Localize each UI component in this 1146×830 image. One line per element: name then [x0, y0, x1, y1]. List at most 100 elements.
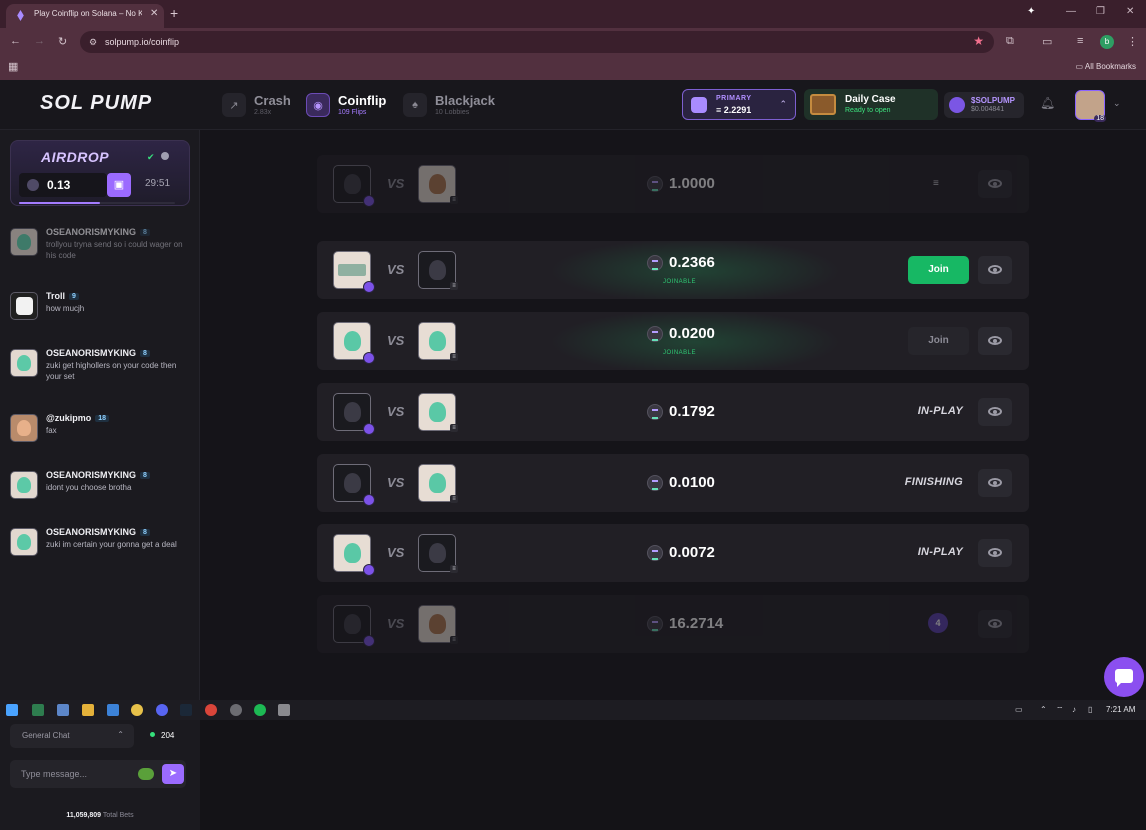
chat-username[interactable]: OSEANORISMYKING 8	[46, 348, 150, 358]
chat-username-text: Troll	[46, 291, 66, 301]
emoji-icon[interactable]	[138, 768, 154, 780]
airdrop-progress-bar	[19, 202, 175, 204]
taskbar-app-icon[interactable]	[32, 704, 44, 716]
address-bar[interactable]: ⚙ solpump.io/coinflip ★	[80, 31, 994, 53]
sparkle-icon[interactable]: ✦	[1027, 6, 1035, 17]
user-avatar[interactable]: 18	[1075, 90, 1106, 122]
tab-search-icon[interactable]: ▭	[1042, 35, 1052, 48]
lobby-row[interactable]: VS ≡ 0.0100 FINISHING	[317, 454, 1029, 512]
network-icon[interactable]: ⌔	[1056, 705, 1064, 715]
join-button[interactable]: Join	[908, 256, 969, 284]
windows-start-icon[interactable]	[6, 704, 18, 716]
chat-avatar[interactable]	[10, 228, 38, 256]
chevron-up-icon: ⌃	[117, 730, 124, 739]
lobby-row[interactable]: VS ≡ 1.0000 ≡	[317, 155, 1029, 213]
chrome-profile-icon[interactable]	[205, 704, 217, 716]
lobby-row[interactable]: VS ≡ 0.0072 IN-PLAY	[317, 524, 1029, 582]
user-level-badge: 18	[1094, 115, 1106, 122]
browser-tab[interactable]: Play Coinflip on Solana – No K ✕	[6, 4, 164, 28]
wallet-balance-button[interactable]: PRIMARY ≡ 2.2291 ⌃	[682, 89, 796, 120]
token-price-widget[interactable]: $SOLPUMP $0.004841	[944, 92, 1024, 118]
level-square-icon: ≡	[450, 196, 458, 204]
taskbar-app-icon[interactable]	[57, 704, 69, 716]
chevron-up-icon[interactable]: ⌃	[1040, 705, 1047, 714]
close-window-icon[interactable]: ✕	[1126, 6, 1134, 17]
info-icon[interactable]	[161, 152, 169, 160]
eye-icon[interactable]	[978, 398, 1012, 426]
bet-amount: 0.0200	[669, 325, 715, 342]
close-tab-icon[interactable]: ✕	[150, 8, 158, 19]
steam-icon[interactable]	[180, 704, 192, 716]
back-icon[interactable]: ←	[10, 35, 21, 47]
chat-avatar[interactable]	[10, 471, 38, 499]
chevron-down-icon[interactable]: ⌄	[1113, 98, 1121, 109]
chat-username[interactable]: OSEANORISMYKING 8	[46, 470, 150, 480]
avatar-face	[344, 614, 361, 634]
avatar-face	[344, 174, 361, 194]
chat-avatar[interactable]	[10, 414, 38, 442]
battery-icon[interactable]: ▯	[1088, 705, 1092, 714]
restore-icon[interactable]: ❐	[1096, 6, 1105, 17]
spotify-icon[interactable]	[254, 704, 266, 716]
taskbar-app-icon[interactable]	[107, 704, 119, 716]
bell-icon[interactable]: 🔔︎	[1040, 96, 1055, 110]
chat-message-input[interactable]	[10, 760, 186, 788]
taskbar-app-icon[interactable]	[230, 704, 242, 716]
sol-coin-icon	[647, 255, 663, 271]
lobby-row[interactable]: VS ≡ 16.2714 4	[317, 595, 1029, 653]
game-name: Blackjack	[435, 93, 495, 108]
chat-avatar[interactable]	[10, 292, 38, 320]
daily-case-button[interactable]: Daily Case Ready to open	[804, 89, 938, 120]
site-info-icon[interactable]: ⚙	[89, 37, 97, 48]
eye-icon[interactable]	[978, 539, 1012, 567]
media-icon[interactable]: ≡	[1077, 35, 1083, 47]
game-name: Crash	[254, 93, 291, 108]
profile-avatar[interactable]: b	[1100, 35, 1114, 49]
eye-icon[interactable]	[978, 327, 1012, 355]
chat-footer: General Chat ⌃ 204 ➤ 11,059,809 Total Be…	[0, 710, 200, 830]
forward-icon[interactable]: →	[34, 35, 45, 47]
chrome-icon[interactable]	[131, 704, 143, 716]
apps-grid-icon[interactable]: ▦	[8, 60, 18, 73]
support-chat-button[interactable]	[1104, 657, 1144, 697]
chat-username[interactable]: Troll 9	[46, 291, 79, 301]
chat-username[interactable]: @zukipmo 18	[46, 413, 110, 423]
chat-channel-select[interactable]: General Chat ⌃	[10, 724, 134, 748]
menu-kebab-icon[interactable]: ⋮	[1127, 35, 1138, 48]
tray-icon[interactable]: ▭	[1015, 705, 1023, 714]
solana-side-badge-icon	[363, 494, 375, 506]
solpump-logo[interactable]: SOL PUMP	[40, 92, 152, 115]
sol-coin-icon	[647, 545, 663, 561]
reload-icon[interactable]: ↻	[58, 35, 67, 48]
new-tab-icon[interactable]: +	[170, 5, 178, 21]
minimize-icon[interactable]: —	[1066, 6, 1076, 17]
taskbar-app-icon[interactable]	[278, 704, 290, 716]
eye-icon[interactable]	[978, 170, 1012, 198]
discord-icon[interactable]	[156, 704, 168, 716]
cards-icon: ♠	[403, 93, 427, 117]
bet-amount: 16.2714	[669, 615, 724, 632]
avatar-face	[344, 331, 361, 351]
lobby-row[interactable]: VS ≡ 0.2366 JOINABLE Join	[317, 241, 1029, 299]
avatar-face	[429, 260, 446, 280]
eye-icon[interactable]	[978, 469, 1012, 497]
chat-avatar[interactable]	[10, 528, 38, 556]
extensions-icon[interactable]: ⧉	[1006, 35, 1014, 48]
lobby-row[interactable]: VS ≡ 0.0200 JOINABLE Join	[317, 312, 1029, 370]
vs-label: VS	[387, 333, 405, 348]
lobby-row[interactable]: VS ≡ 0.1792 IN-PLAY	[317, 383, 1029, 441]
chat-username[interactable]: OSEANORISMYKING 8	[46, 527, 150, 537]
bet-amount: 0.0072	[669, 544, 715, 561]
chat-username[interactable]: OSEANORISMYKING 8	[46, 227, 150, 237]
all-bookmarks[interactable]: ▭ All Bookmarks	[1076, 62, 1136, 71]
chat-avatar[interactable]	[10, 349, 38, 377]
eye-icon[interactable]	[978, 610, 1012, 638]
airdrop-claim-button[interactable]: ▣	[107, 173, 131, 197]
file-explorer-icon[interactable]	[82, 704, 94, 716]
join-button[interactable]: Join	[908, 327, 969, 355]
eye-icon[interactable]	[978, 256, 1012, 284]
browser-tab-bar: Play Coinflip on Solana – No K ✕ + ✦ — ❐…	[0, 0, 1146, 28]
send-button[interactable]: ➤	[162, 764, 184, 784]
bookmark-star-icon[interactable]: ★	[973, 34, 984, 48]
volume-icon[interactable]: ♪	[1072, 705, 1076, 714]
